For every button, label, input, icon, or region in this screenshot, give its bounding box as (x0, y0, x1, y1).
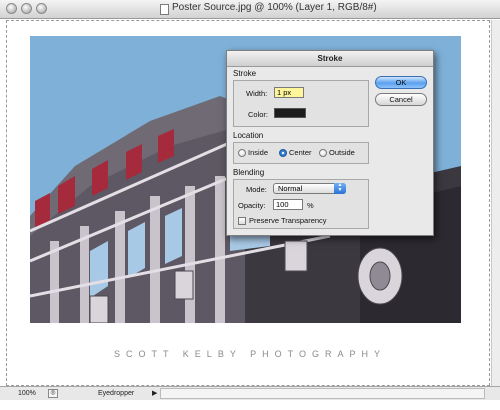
blending-group-label: Blending (233, 168, 265, 177)
radio-inside[interactable] (238, 149, 246, 157)
stroke-color-swatch[interactable] (274, 108, 306, 118)
color-label: Color: (248, 110, 269, 119)
status-menu-arrow-icon[interactable]: ▶ (152, 389, 157, 397)
inside-label: Inside (248, 148, 269, 157)
mode-select[interactable]: Normal ▲ ▼ (273, 183, 346, 194)
cancel-button[interactable]: Cancel (375, 93, 427, 106)
outside-label: Outside (329, 148, 355, 157)
preserve-transparency-checkbox[interactable] (238, 217, 246, 225)
document-icon (160, 4, 169, 15)
vertical-scrollbar[interactable] (491, 20, 500, 386)
navigator-icon[interactable]: ◎ (48, 389, 58, 398)
stroke-group-label: Stroke (233, 69, 257, 78)
status-bar: 100% ◎ Eyedropper ▶ (0, 386, 500, 400)
title-bar[interactable]: Poster Source.jpg @ 100% (Layer 1, RGB/8… (0, 0, 500, 19)
window-title: Poster Source.jpg @ 100% (Layer 1, RGB/8… (172, 2, 377, 13)
dialog-title: Stroke (227, 51, 433, 67)
center-label: Center (289, 148, 312, 157)
horizontal-scrollbar[interactable] (160, 388, 485, 399)
width-label: Width: (246, 89, 268, 98)
photo-caption: SCOTT KELBY PHOTOGRAPHY (113, 349, 387, 359)
current-tool-label: Eyedropper (98, 390, 135, 397)
zoom-level[interactable]: 100% (18, 390, 36, 397)
window-bottom-edge (0, 400, 500, 410)
close-window-icon[interactable] (6, 3, 17, 14)
preserve-transparency-label: Preserve Transparency (249, 216, 327, 225)
opacity-label: Opacity: (238, 201, 266, 210)
opacity-unit: % (307, 201, 314, 210)
width-input[interactable]: 1 px (274, 87, 304, 98)
zoom-window-icon[interactable] (36, 3, 47, 14)
location-group-label: Location (233, 131, 264, 140)
location-group: Inside Center Outside (233, 142, 369, 164)
mode-value: Normal (278, 184, 303, 193)
ok-button[interactable]: OK (375, 76, 427, 89)
radio-outside[interactable] (319, 149, 327, 157)
select-arrows-icon: ▲ ▼ (334, 183, 346, 194)
blending-group: Mode: Normal ▲ ▼ Opacity: 100 % Preserve … (233, 179, 369, 229)
document-window: Poster Source.jpg @ 100% (Layer 1, RGB/8… (0, 0, 500, 410)
stroke-group: Width: 1 px Color: (233, 80, 369, 127)
minimize-window-icon[interactable] (21, 3, 32, 14)
stroke-dialog: Stroke Stroke Width: 1 px Color: Locatio… (226, 50, 434, 236)
mode-label: Mode: (246, 185, 267, 194)
radio-center[interactable] (279, 149, 287, 157)
opacity-input[interactable]: 100 (273, 199, 303, 210)
